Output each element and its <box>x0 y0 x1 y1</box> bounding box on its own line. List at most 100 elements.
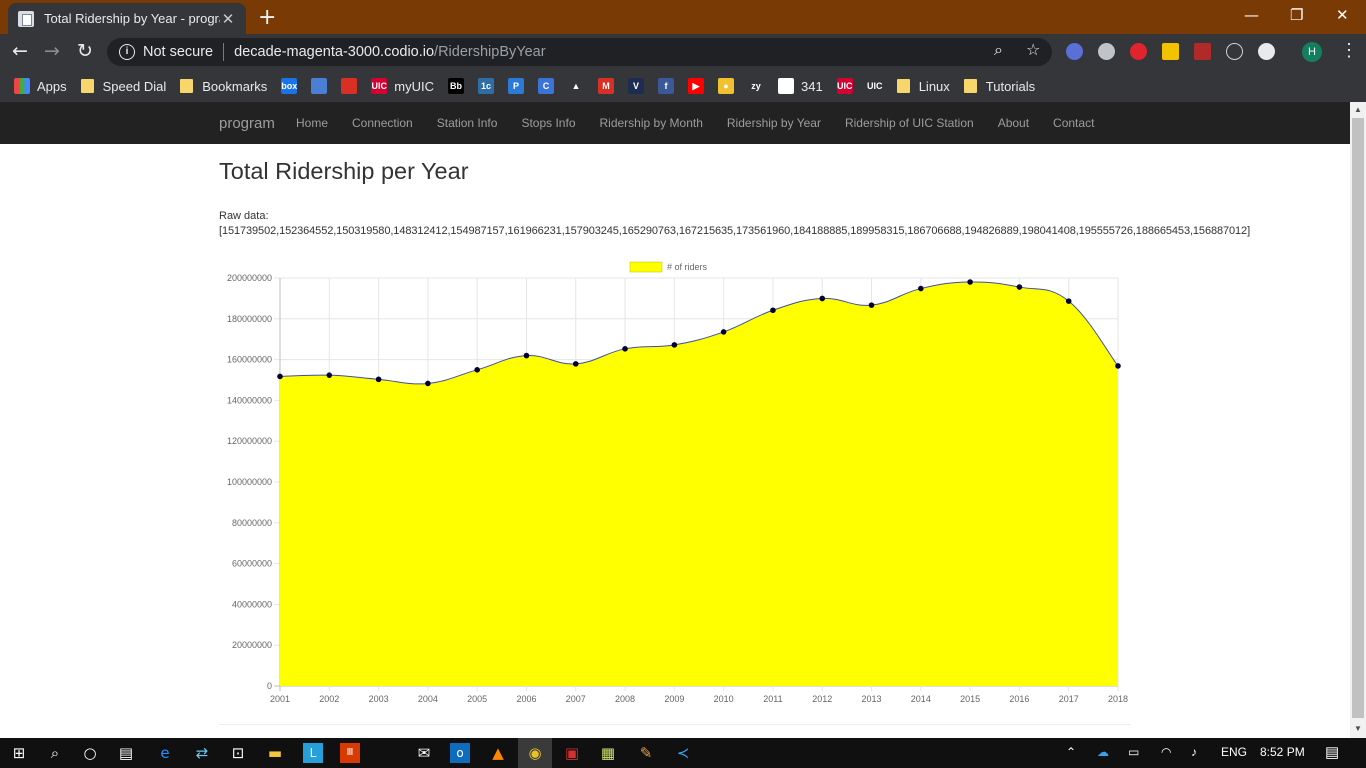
bookmark-9[interactable]: P <box>508 78 524 94</box>
bookmark-22[interactable]: Tutorials <box>963 78 1036 94</box>
bookmark-1[interactable]: Speed Dial <box>80 79 166 94</box>
nav-contact[interactable]: Contact <box>1041 116 1106 130</box>
bookmark-8[interactable]: 1c <box>478 78 494 94</box>
bookmark-10[interactable]: C <box>538 78 554 94</box>
paint-icon[interactable]: ✎ <box>636 743 656 763</box>
data-point <box>523 352 530 359</box>
scroll-up-icon[interactable]: ▲ <box>1354 105 1362 114</box>
bookmark-20[interactable]: UIC <box>866 78 883 94</box>
vscode-icon[interactable]: ≺ <box>673 743 693 763</box>
windows-start-icon[interactable]: ⊞ <box>9 743 29 763</box>
site-info-icon[interactable]: i <box>119 44 135 60</box>
back-arrow-icon[interactable]: ← <box>12 40 28 62</box>
bookmark-21[interactable]: Linux <box>896 79 950 94</box>
bookmark-11[interactable]: ▲ <box>568 78 584 94</box>
file-explorer-icon[interactable]: ▬ <box>265 743 285 763</box>
bookmark-label: Tutorials <box>985 78 1036 94</box>
battery-icon[interactable]: ▭ <box>1128 745 1139 759</box>
zoom-search-icon[interactable]: ⌕ <box>994 40 1003 60</box>
chrome-icon[interactable]: ◉ <box>525 743 545 763</box>
bookmark-7[interactable]: Bb <box>448 78 464 94</box>
x-tick-label: 2017 <box>1059 694 1079 704</box>
uic-red-icon: UIC <box>836 78 853 94</box>
store-icon[interactable]: ⊡ <box>228 743 248 763</box>
extension-react-icon[interactable] <box>1226 43 1243 60</box>
wifi-icon[interactable]: ◠ <box>1161 745 1171 759</box>
cortana-icon[interactable]: ○ <box>80 743 100 763</box>
address-bar[interactable]: i Not secure decade-magenta-3000.codio.i… <box>107 38 1052 66</box>
bookmark-12[interactable]: M <box>598 78 614 94</box>
tab-close-icon[interactable]: ✕ <box>220 10 236 28</box>
language-indicator[interactable]: ENG <box>1221 745 1247 759</box>
extension-globe-icon[interactable] <box>1098 43 1115 60</box>
onedrive-icon[interactable]: ☁ <box>1097 745 1109 759</box>
extension-notes-icon[interactable] <box>1162 43 1179 60</box>
browser-menu-icon[interactable]: ⋮ <box>1340 40 1358 61</box>
legend-swatch <box>629 261 663 273</box>
bookmark-18[interactable]: ◐ 341 <box>778 78 823 94</box>
site-nav-links: Home Connection Station Info Stops Info … <box>284 102 1106 144</box>
red-app-icon[interactable]: Ⅲ <box>340 743 360 763</box>
page-scrollbar[interactable]: ▲ ▼ <box>1350 102 1366 738</box>
x-tick-label: 2008 <box>615 694 635 704</box>
reload-icon[interactable]: ↻ <box>77 40 93 62</box>
scroll-down-icon[interactable]: ▼ <box>1354 724 1362 733</box>
site-brand[interactable]: program <box>219 115 275 132</box>
bookmark-star-icon[interactable]: ☆ <box>1026 40 1040 59</box>
edge-icon[interactable]: e <box>155 743 175 763</box>
nav-station-info[interactable]: Station Info <box>425 116 510 130</box>
extension-circle-icon[interactable] <box>1258 43 1275 60</box>
footer-divider <box>219 724 1131 725</box>
nav-ridership-uic-station[interactable]: Ridership of UIC Station <box>833 116 986 130</box>
nav-about[interactable]: About <box>986 116 1041 130</box>
vlc-icon[interactable]: ▲ <box>488 743 508 763</box>
data-point <box>770 307 776 314</box>
extension-blocker-icon[interactable] <box>1066 43 1083 60</box>
notifications-icon[interactable]: ▤ <box>1325 743 1339 761</box>
outlook-icon[interactable]: o <box>450 743 470 763</box>
bookmark-5[interactable] <box>341 78 358 94</box>
task-view-icon[interactable]: ▤ <box>116 743 136 763</box>
clock[interactable]: 8:52 PM <box>1260 745 1305 759</box>
mail-icon[interactable]: ✉ <box>414 743 434 763</box>
nav-connection[interactable]: Connection <box>340 116 425 130</box>
search-icon[interactable]: ⌕ <box>45 743 65 763</box>
profile-avatar[interactable]: H <box>1302 42 1322 62</box>
bookmark-2[interactable]: Bookmarks <box>180 79 267 94</box>
tray-chevron-icon[interactable]: ⌃ <box>1066 745 1076 759</box>
bookmark-label: Apps <box>37 78 67 94</box>
bookmark-3[interactable]: box <box>281 78 297 94</box>
nav-ridership-by-year[interactable]: Ridership by Year <box>715 116 833 130</box>
browser-tab-active[interactable]: Total Ridership by Year - program ✕ <box>8 3 246 34</box>
forward-arrow-icon[interactable]: → <box>44 40 60 62</box>
bookmark-14[interactable]: f <box>658 78 674 94</box>
x-tick-label: 2006 <box>516 694 536 704</box>
bookmark-6[interactable]: UIC myUIC <box>371 78 434 94</box>
notepad-icon[interactable]: ▦ <box>598 743 618 763</box>
acrobat-icon[interactable]: ▣ <box>562 743 582 763</box>
bookmark-0[interactable]: Apps <box>14 78 67 94</box>
new-tab-button[interactable]: + <box>258 5 276 30</box>
bookmark-16[interactable]: ● <box>718 78 734 94</box>
maximize-button[interactable]: ❐ <box>1290 6 1303 24</box>
extension-stop-icon[interactable] <box>1130 43 1147 60</box>
nav-stops-info[interactable]: Stops Info <box>509 116 587 130</box>
nav-home[interactable]: Home <box>284 116 340 130</box>
bookmark-13[interactable]: V <box>628 78 644 94</box>
url-host: decade-magenta-3000.codio.io <box>234 44 435 60</box>
scrollbar-thumb[interactable] <box>1352 118 1364 718</box>
bookmark-19[interactable]: UIC <box>836 78 853 94</box>
bookmark-17[interactable]: zy <box>748 78 764 94</box>
minimize-button[interactable]: — <box>1244 6 1259 24</box>
l-app-icon[interactable]: L <box>303 743 323 763</box>
nav-ridership-by-month[interactable]: Ridership by Month <box>588 116 715 130</box>
bookmark-15[interactable]: ▶ <box>688 78 704 94</box>
data-point <box>1016 284 1023 290</box>
network-app-icon[interactable]: ⇄ <box>192 743 212 763</box>
x-tick-label: 2018 <box>1108 694 1128 704</box>
extension-pdf-icon[interactable] <box>1194 43 1211 60</box>
data-point <box>967 279 973 285</box>
close-window-button[interactable]: ✕ <box>1336 6 1349 24</box>
bookmark-4[interactable] <box>311 78 328 94</box>
volume-icon[interactable]: ♪ <box>1191 745 1197 759</box>
